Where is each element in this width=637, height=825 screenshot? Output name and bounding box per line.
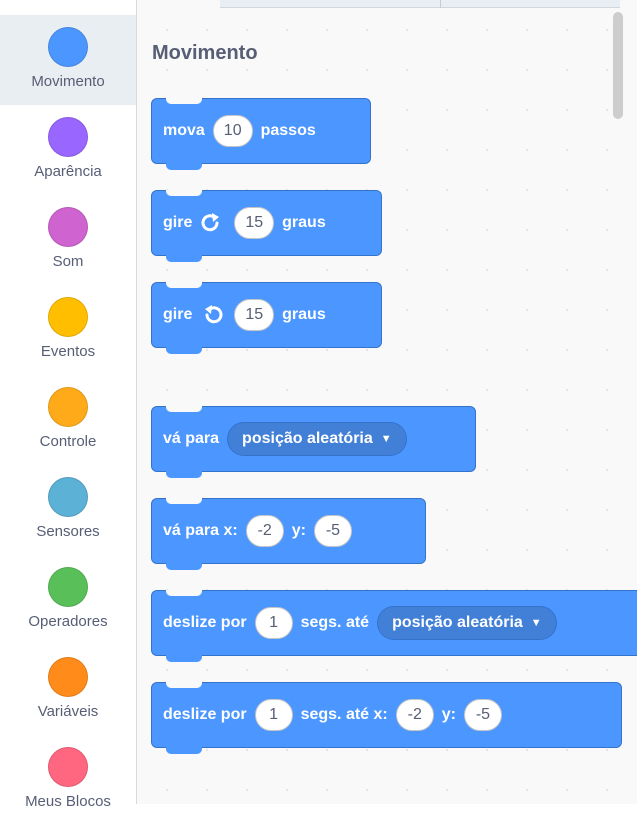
x-input[interactable]: -2 <box>245 515 284 547</box>
category-label: Eventos <box>40 343 96 360</box>
glide-xy-block[interactable]: deslize por 1 segs. até x: -2 y: -5 <box>151 682 622 754</box>
operadores-color-dot <box>48 567 88 607</box>
movimento-color-dot <box>48 27 88 67</box>
block-label: mova <box>163 122 205 139</box>
glide-target-dropdown[interactable]: posição aleatória ▼ <box>377 606 557 640</box>
palette-section-title: Movimento <box>152 42 258 64</box>
category-controle[interactable]: Controle <box>0 375 136 465</box>
degrees-input[interactable]: 15 <box>234 299 275 331</box>
category-sensores[interactable]: Sensores <box>0 465 136 555</box>
caret-down-icon: ▼ <box>380 433 392 445</box>
secs-input[interactable]: 1 <box>254 699 293 731</box>
block-label: graus <box>282 306 326 323</box>
category-aparencia[interactable]: Aparência <box>0 105 136 195</box>
turn-right-block[interactable]: gire 15 graus <box>151 190 382 262</box>
block-label: graus <box>282 214 326 231</box>
category-label: Aparência <box>34 163 102 180</box>
goto-xy-block[interactable]: vá para x: -2 y: -5 <box>151 498 426 570</box>
category-meus-blocos[interactable]: Meus Blocos <box>0 735 136 825</box>
block-label: y: <box>291 522 306 539</box>
variaveis-color-dot <box>48 657 88 697</box>
block-label: y: <box>441 706 456 723</box>
degrees-input[interactable]: 15 <box>234 207 275 239</box>
block-label: segs. até <box>300 614 370 631</box>
category-label: Meus Blocos <box>25 793 111 810</box>
controle-color-dot <box>48 387 88 427</box>
category-label: Variáveis <box>37 703 99 720</box>
category-eventos[interactable]: Eventos <box>0 285 136 375</box>
category-operadores[interactable]: Operadores <box>0 555 136 645</box>
category-som[interactable]: Som <box>0 195 136 285</box>
category-label: Sensores <box>36 523 100 540</box>
caret-down-icon: ▼ <box>530 617 542 629</box>
sensores-color-dot <box>48 477 88 517</box>
rotate-clockwise-icon <box>200 212 224 234</box>
category-movimento[interactable]: Movimento <box>0 15 136 105</box>
meus-blocos-color-dot <box>48 747 88 787</box>
block-label: segs. até x: <box>300 706 388 723</box>
block-label: deslize por <box>163 706 247 723</box>
x-input[interactable]: -2 <box>395 699 434 731</box>
y-input[interactable]: -5 <box>313 515 352 547</box>
rotate-counterclockwise-icon <box>200 304 224 326</box>
block-label: vá para x: <box>163 522 238 539</box>
turn-left-block[interactable]: gire 15 graus <box>151 282 382 354</box>
aparencia-color-dot <box>48 117 88 157</box>
goto-target-dropdown[interactable]: posição aleatória ▼ <box>227 422 407 456</box>
som-color-dot <box>48 207 88 247</box>
category-label: Controle <box>39 433 97 450</box>
category-label: Movimento <box>31 73 105 90</box>
block-label: passos <box>260 122 316 139</box>
category-label: Som <box>52 253 84 270</box>
move-steps-block[interactable]: mova 10 passos <box>151 98 371 170</box>
eventos-color-dot <box>48 297 88 337</box>
secs-input[interactable]: 1 <box>254 607 293 639</box>
palette-scrollbar[interactable] <box>613 12 623 119</box>
block-label: gire <box>163 306 193 323</box>
category-variaveis[interactable]: Variáveis <box>0 645 136 735</box>
y-input[interactable]: -5 <box>463 699 502 731</box>
goto-block[interactable]: vá para posição aleatória ▼ <box>151 406 476 478</box>
glide-to-block[interactable]: deslize por 1 segs. até posição aleatóri… <box>151 590 637 662</box>
steps-input[interactable]: 10 <box>212 115 253 147</box>
dropdown-value: posição aleatória <box>392 614 523 631</box>
category-label: Operadores <box>28 613 108 630</box>
tab-divider <box>440 0 441 8</box>
block-label: deslize por <box>163 614 247 631</box>
category-menu: Movimento Aparência Som Eventos Controle… <box>0 0 137 810</box>
block-label: vá para <box>163 430 220 447</box>
dropdown-value: posição aleatória <box>242 430 373 447</box>
top-tab-strip <box>220 0 620 8</box>
block-label: gire <box>163 214 193 231</box>
